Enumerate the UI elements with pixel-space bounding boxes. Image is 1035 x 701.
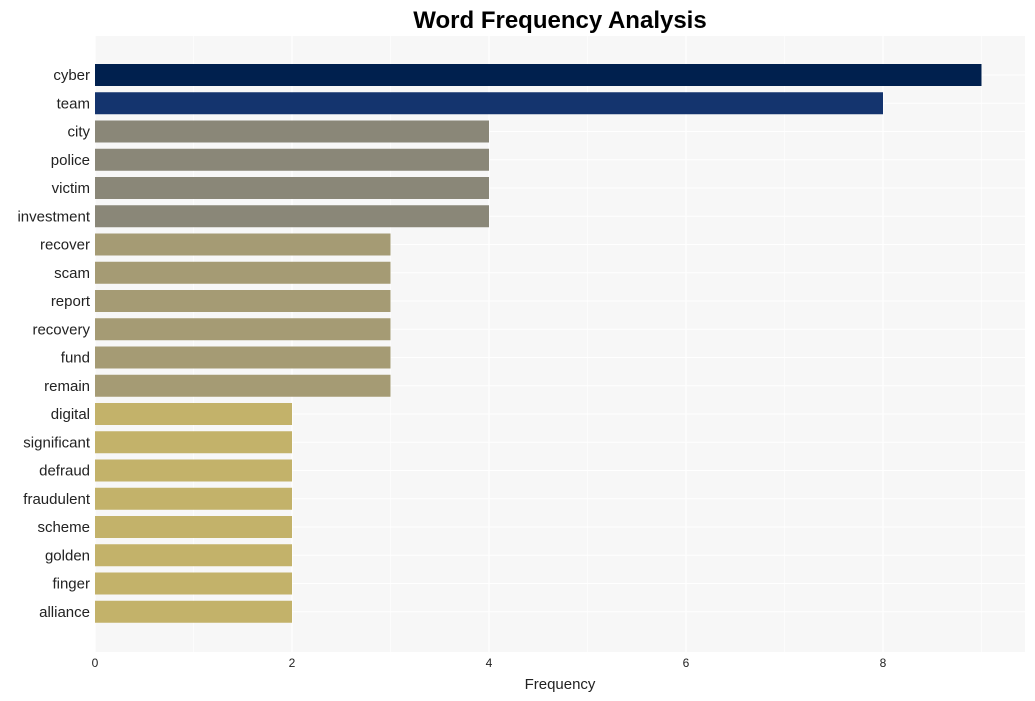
bar-remain: [95, 374, 391, 397]
y-tick-label: police: [51, 152, 90, 169]
bar-city: [95, 120, 489, 143]
bar-defraud: [95, 459, 292, 482]
bar-golden: [95, 544, 292, 567]
bar-finger: [95, 572, 292, 595]
bar-investment: [95, 205, 489, 228]
bar-fraudulent: [95, 487, 292, 510]
y-tick-label: defraud: [39, 463, 90, 480]
bar-recover: [95, 233, 391, 256]
bar-scam: [95, 261, 391, 284]
y-tick-label: victim: [52, 180, 90, 197]
chart-title: Word Frequency Analysis: [413, 7, 706, 34]
y-tick-label: scheme: [37, 519, 90, 536]
x-tick-label: 8: [880, 656, 887, 670]
y-tick-label: alliance: [39, 604, 90, 621]
bar-report: [95, 290, 391, 312]
y-tick-label: recovery: [32, 321, 90, 338]
bar-fund: [95, 346, 391, 369]
y-tick-label: city: [68, 124, 91, 141]
bar-team: [95, 92, 883, 115]
y-tick-label: scam: [54, 265, 90, 282]
word-frequency-chart: cyber team city police victim investment recov…: [17, 7, 1025, 693]
y-tick-label: finger: [52, 576, 90, 593]
y-tick-label: team: [57, 95, 90, 112]
y-tick-label: report: [51, 293, 91, 310]
y-tick-label: investment: [17, 208, 90, 225]
bar-police: [95, 148, 489, 171]
bar-digital: [95, 403, 292, 425]
bar-victim: [95, 177, 489, 199]
y-tick-label: fraudulent: [23, 491, 91, 508]
y-tick-label: golden: [45, 547, 90, 564]
y-tick-label: remain: [44, 378, 90, 395]
bar-recovery: [95, 318, 391, 341]
x-tick-label: 6: [683, 656, 690, 670]
y-tick-label: digital: [51, 406, 90, 423]
bar-alliance: [95, 600, 292, 623]
y-tick-label: fund: [61, 350, 90, 367]
x-axis-ticks: 0 2 4 6 8: [92, 656, 887, 670]
x-tick-label: 4: [486, 656, 493, 670]
bar-significant: [95, 431, 292, 454]
x-tick-label: 0: [92, 656, 99, 670]
y-tick-label: significant: [23, 434, 91, 451]
x-tick-label: 2: [289, 656, 296, 670]
bar-cyber: [95, 64, 982, 86]
y-tick-label: recover: [40, 237, 90, 254]
y-tick-label: cyber: [53, 67, 90, 84]
bar-scheme: [95, 516, 292, 538]
x-axis-label: Frequency: [525, 676, 596, 693]
y-axis-labels: cyber team city police victim investment recov…: [17, 67, 90, 621]
